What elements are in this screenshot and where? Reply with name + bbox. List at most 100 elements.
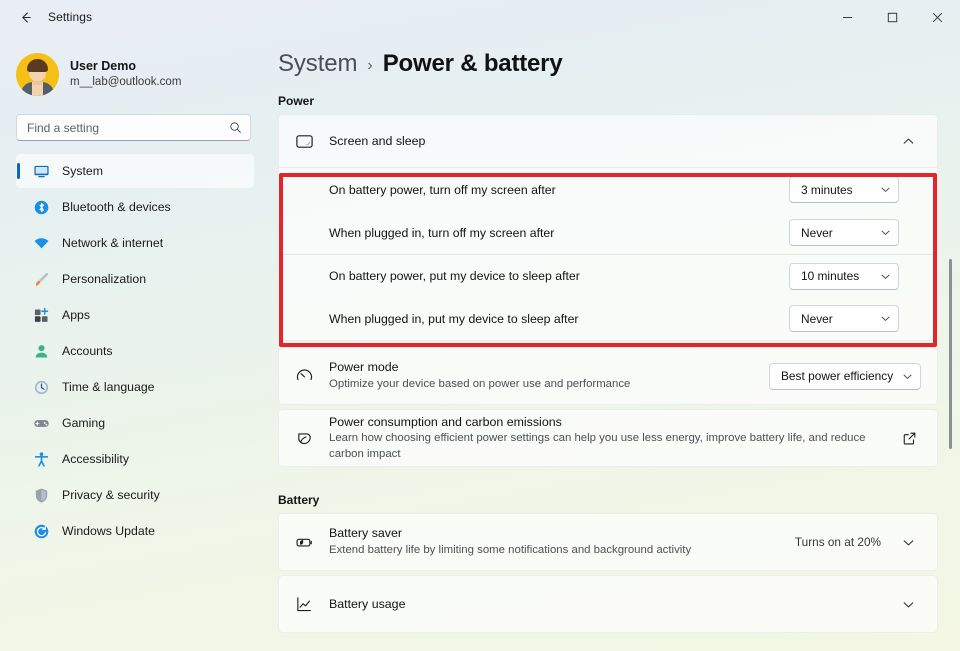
screen-and-sleep-header[interactable]: Screen and sleep xyxy=(279,115,937,167)
plugged-sleep-timeout-dropdown[interactable]: Never xyxy=(789,305,899,332)
power-mode-title: Power mode xyxy=(329,360,399,375)
battery-saver-icon xyxy=(293,531,315,553)
person-icon xyxy=(32,342,50,360)
shield-icon xyxy=(32,486,50,504)
plugged-screen-timeout-dropdown[interactable]: Never xyxy=(789,219,899,246)
sidebar-item-privacy-security[interactable]: Privacy & security xyxy=(16,478,254,512)
screen-and-sleep-card[interactable]: Screen and sleep xyxy=(278,114,938,168)
profile-name: User Demo xyxy=(70,58,136,73)
accessibility-person-icon xyxy=(32,450,50,468)
screen-sleep-icon xyxy=(293,130,315,152)
back-button[interactable] xyxy=(8,2,42,32)
sidebar-item-time-language[interactable]: Time & language xyxy=(16,370,254,404)
main-content: System › Power & battery Power Screen an… xyxy=(262,34,960,651)
sidebar-item-network-internet[interactable]: Network & internet xyxy=(16,226,254,260)
battery-usage-card[interactable]: Battery usage xyxy=(278,575,938,633)
dropdown-value: Never xyxy=(801,311,833,326)
chevron-down-icon[interactable] xyxy=(895,591,921,617)
sidebar-item-gaming[interactable]: Gaming xyxy=(16,406,254,440)
avatar xyxy=(16,52,59,96)
maximize-icon xyxy=(887,12,898,22)
search-input[interactable] xyxy=(27,120,229,135)
sidebar-item-label: Privacy & security xyxy=(62,488,160,502)
carbon-emissions-row[interactable]: Power consumption and carbon emissions L… xyxy=(279,410,937,466)
sidebar-item-windows-update[interactable]: Windows Update xyxy=(16,514,254,548)
monitor-icon xyxy=(32,162,50,180)
chart-line-icon xyxy=(293,593,315,615)
external-link-icon[interactable] xyxy=(897,426,921,450)
chevron-up-icon[interactable] xyxy=(895,128,921,154)
sidebar-item-accounts[interactable]: Accounts xyxy=(16,334,254,368)
profile-email: m__lab@outlook.com xyxy=(70,76,182,89)
power-mode-dropdown[interactable]: Best power efficiency xyxy=(769,362,921,390)
section-header-battery: Battery xyxy=(278,493,320,507)
sidebar-item-bluetooth-devices[interactable]: Bluetooth & devices xyxy=(16,190,254,224)
close-button[interactable] xyxy=(915,0,960,34)
power-mode-card[interactable]: Power mode Optimize your device based on… xyxy=(278,347,938,405)
settings-window: Settings User Demo m__lab@outlook.com Fi… xyxy=(0,0,960,651)
timeout-row-plugged-screen: When plugged in, turn off my screen afte… xyxy=(279,211,937,254)
battery-saver-title: Battery saver xyxy=(329,526,402,541)
window-controls xyxy=(825,0,960,34)
page-title: Power & battery xyxy=(382,50,563,77)
search-icon xyxy=(229,121,242,134)
carbon-emissions-title: Power consumption and carbon emissions xyxy=(329,414,562,429)
sidebar-item-apps[interactable]: Apps xyxy=(16,298,254,332)
screen-and-sleep-timeout-rows: On battery power, turn off my screen aft… xyxy=(278,168,938,341)
chevron-down-icon xyxy=(880,227,891,238)
timeout-label: When plugged in, put my device to sleep … xyxy=(329,311,579,326)
title-bar: Settings xyxy=(0,0,960,34)
scrollbar-thumb[interactable] xyxy=(949,259,952,449)
battery-saver-row[interactable]: Battery saver Extend battery life by lim… xyxy=(279,514,937,570)
sidebar-item-label: Apps xyxy=(62,308,91,322)
timeout-row-battery-screen: On battery power, turn off my screen aft… xyxy=(279,168,937,211)
minimize-icon xyxy=(843,16,852,18)
breadcrumb: System › Power & battery xyxy=(262,34,960,78)
chevron-down-icon[interactable] xyxy=(895,529,921,555)
carbon-emissions-subtitle: Learn how choosing efficient power setti… xyxy=(329,432,866,460)
timeout-label: When plugged in, turn off my screen afte… xyxy=(329,225,555,240)
minimize-button[interactable] xyxy=(825,0,870,34)
sidebar-item-label: Windows Update xyxy=(62,524,155,538)
sidebar-item-label: Network & internet xyxy=(62,236,164,250)
breadcrumb-parent[interactable]: System xyxy=(278,50,358,78)
chevron-down-icon xyxy=(880,313,891,324)
battery-saver-subtitle: Extend battery life by limiting some not… xyxy=(329,544,692,557)
user-profile[interactable]: User Demo m__lab@outlook.com xyxy=(0,34,262,100)
search-box[interactable] xyxy=(16,114,251,141)
chevron-down-icon xyxy=(880,184,891,195)
sidebar-item-label: Bluetooth & devices xyxy=(62,200,171,214)
close-icon xyxy=(932,12,943,22)
battery-usage-title: Battery usage xyxy=(329,596,406,611)
sidebar-item-system[interactable]: System xyxy=(16,154,254,188)
battery-sleep-timeout-dropdown[interactable]: 10 minutes xyxy=(789,262,899,290)
timeout-row-battery-sleep: On battery power, put my device to sleep… xyxy=(279,254,937,297)
battery-screen-timeout-dropdown[interactable]: 3 minutes xyxy=(789,176,899,203)
sidebar-nav: System Bluetooth & devices Network & int… xyxy=(0,154,262,548)
sidebar-item-accessibility[interactable]: Accessibility xyxy=(16,442,254,476)
battery-usage-row[interactable]: Battery usage xyxy=(279,576,937,632)
sidebar-item-label: Accessibility xyxy=(62,452,129,466)
sidebar-item-label: System xyxy=(62,164,103,178)
dropdown-value: Best power efficiency xyxy=(781,369,894,383)
power-mode-row[interactable]: Power mode Optimize your device based on… xyxy=(279,348,937,404)
maximize-button[interactable] xyxy=(870,0,915,34)
dropdown-value: Never xyxy=(801,225,833,240)
gamepad-icon xyxy=(32,414,50,432)
dropdown-value: 3 minutes xyxy=(801,182,853,197)
bluetooth-icon xyxy=(32,198,50,216)
scrollbar-track[interactable] xyxy=(945,146,955,651)
battery-saver-card[interactable]: Battery saver Extend battery life by lim… xyxy=(278,513,938,571)
chevron-down-icon xyxy=(880,271,891,282)
sidebar-item-label: Time & language xyxy=(62,380,155,394)
wifi-icon xyxy=(32,234,50,252)
carbon-emissions-card[interactable]: Power consumption and carbon emissions L… xyxy=(278,409,938,467)
window-title: Settings xyxy=(48,10,93,24)
breadcrumb-separator: › xyxy=(367,56,373,74)
timeout-label: On battery power, turn off my screen aft… xyxy=(329,182,556,197)
apps-grid-icon xyxy=(32,306,50,324)
sidebar-item-personalization[interactable]: Personalization xyxy=(16,262,254,296)
paintbrush-icon xyxy=(32,270,50,288)
timeout-label: On battery power, put my device to sleep… xyxy=(329,269,580,283)
timeout-row-plugged-sleep: When plugged in, put my device to sleep … xyxy=(279,297,937,340)
